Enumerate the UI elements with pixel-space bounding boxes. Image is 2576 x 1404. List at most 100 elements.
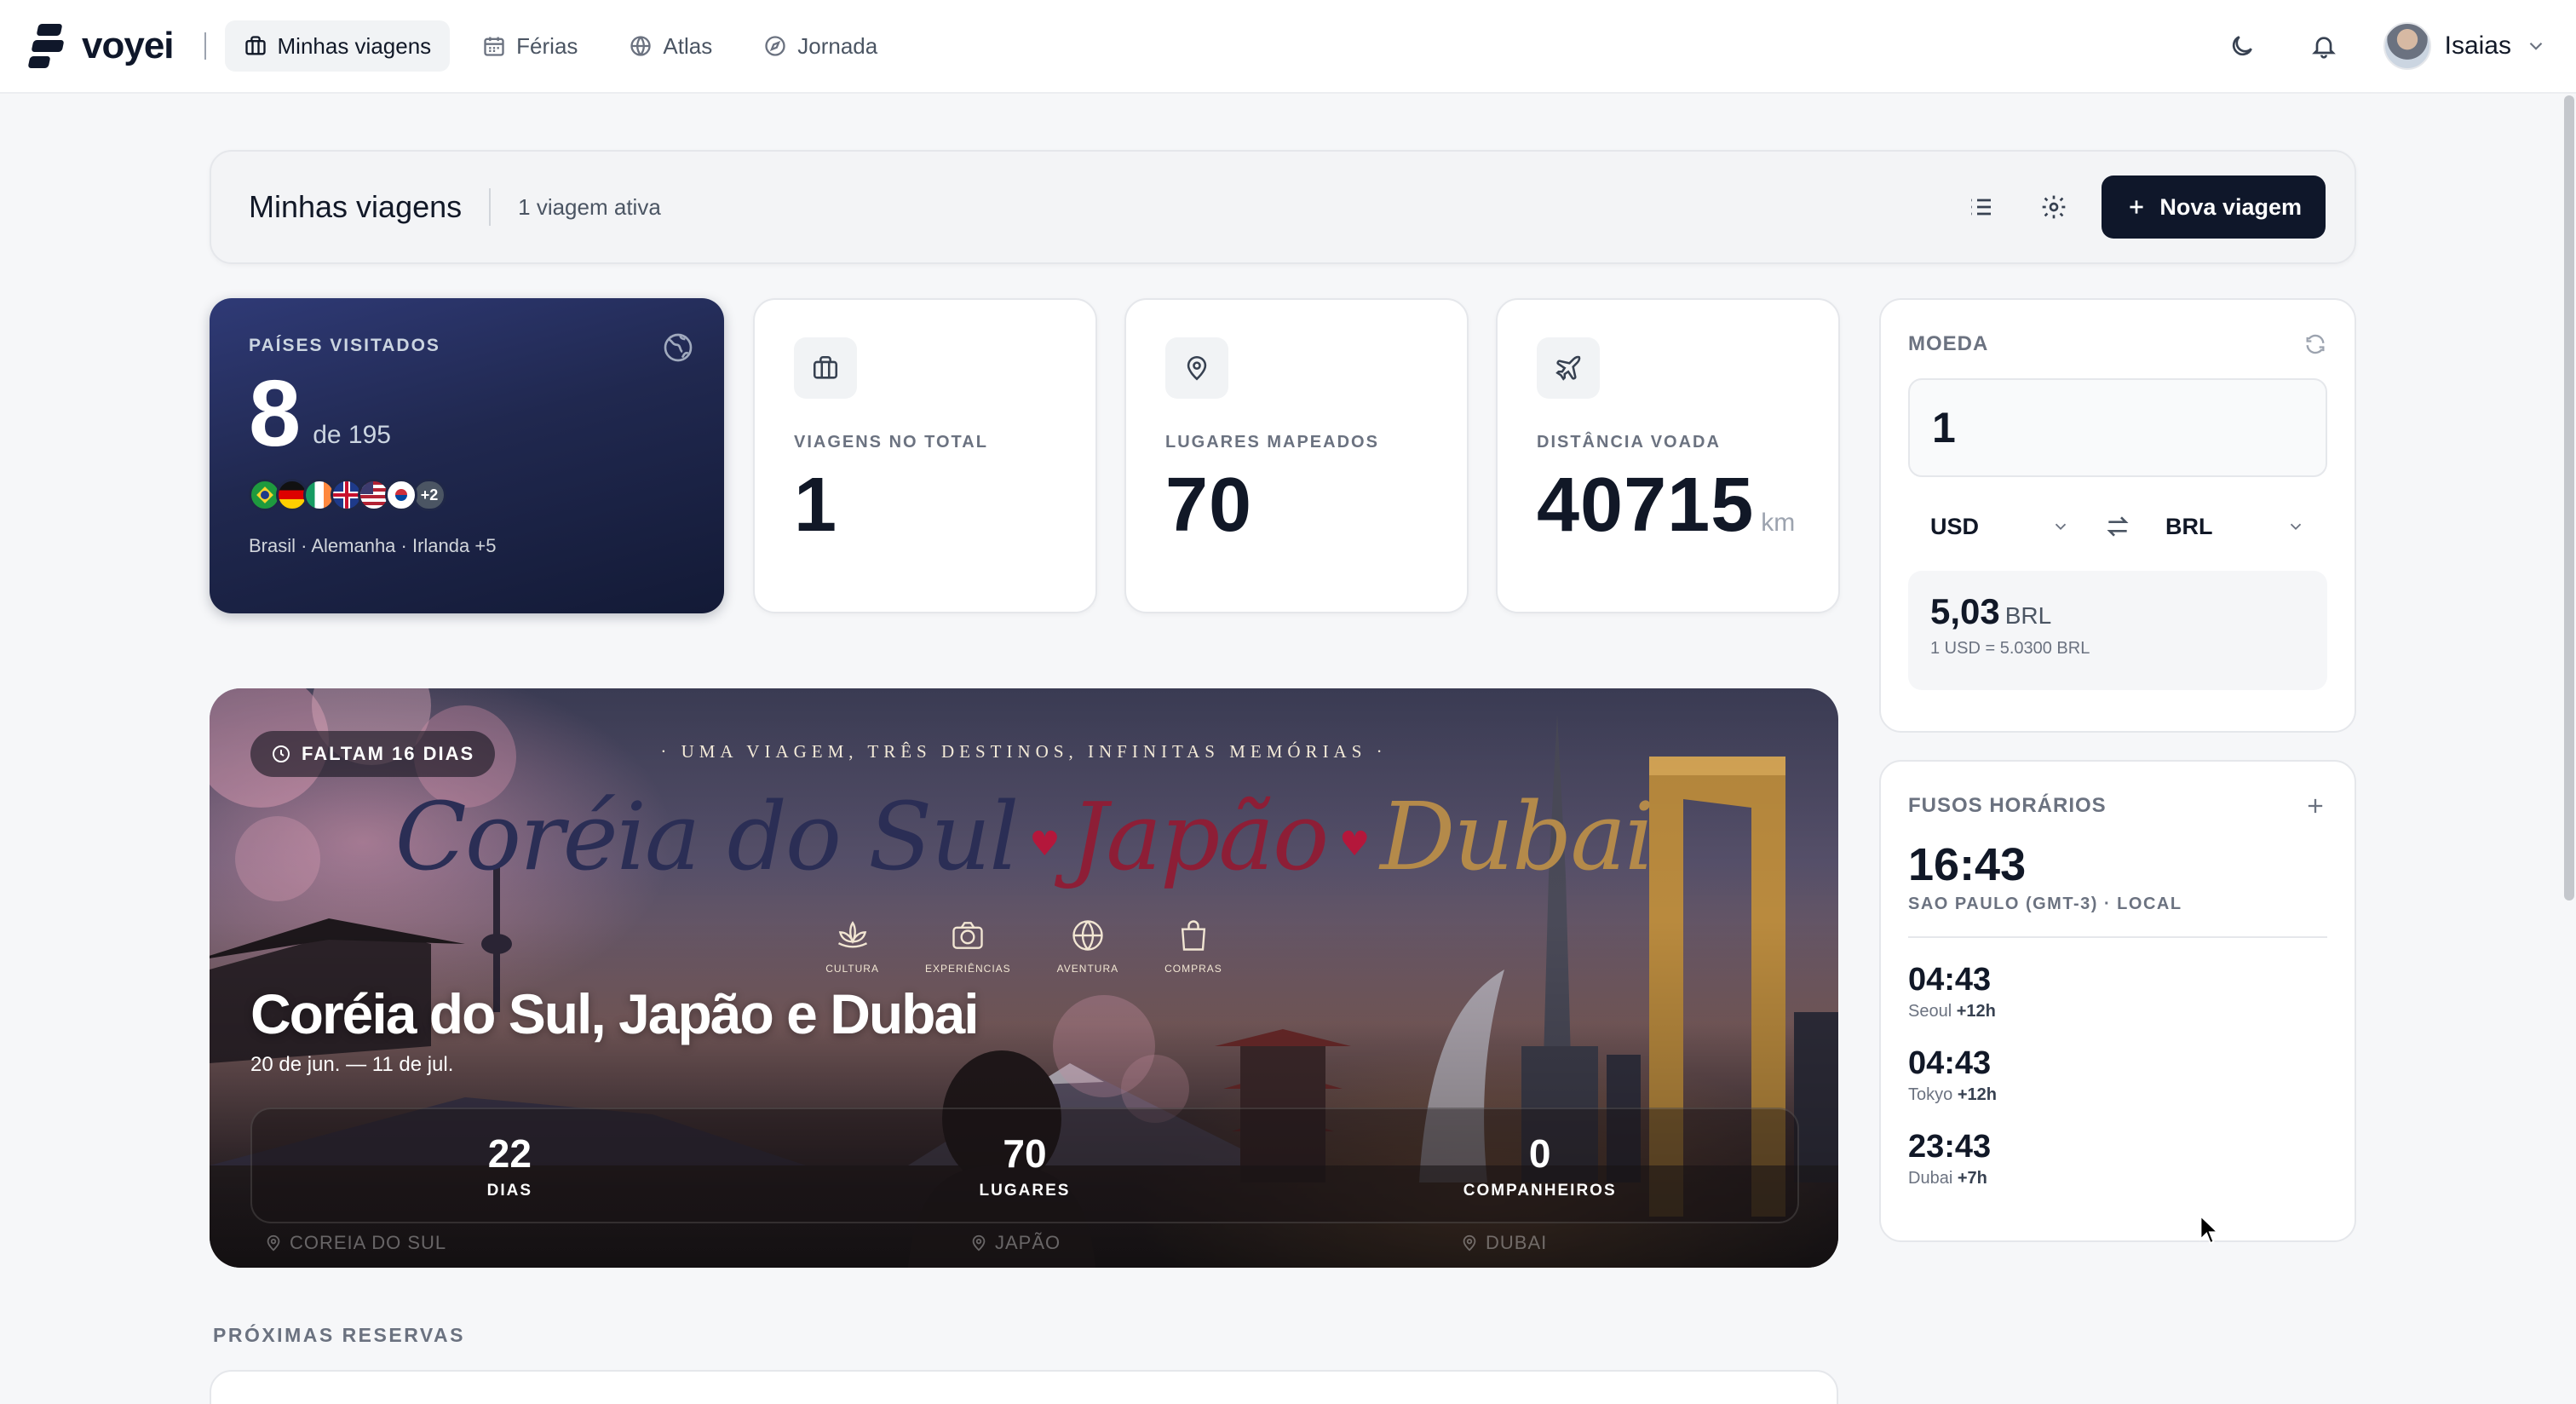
avatar [2383, 22, 2431, 70]
stat-value: 70 [1165, 463, 1428, 548]
globe-icon [664, 333, 693, 362]
user-name: Isaias [2444, 32, 2511, 60]
timezone-time: 23:43 [1908, 1129, 1992, 1165]
local-timezone-label: SAO PAULO (GMT-3) · LOCAL [1908, 895, 2327, 938]
trip-stat-places: 70 LUGARES [768, 1131, 1283, 1200]
poster-icon-item: CULTURA [825, 917, 879, 975]
trip-destination-label: DUBAI [1486, 1232, 1548, 1253]
stat-card-distance: DISTÂNCIA VOADA 40715 km [1496, 298, 1840, 613]
nav-item-label: Férias [516, 32, 578, 59]
map-pin-icon [267, 1234, 280, 1252]
stat-number: 40715 [1537, 463, 1755, 548]
trip-destination-label: JAPÃO [995, 1232, 1061, 1253]
reservations-card[interactable] [210, 1370, 1838, 1404]
stat-card-trips: VIAGENS NO TOTAL 1 [753, 298, 1097, 613]
nav-item-jornada[interactable]: Jornada [745, 20, 896, 72]
trip-stat-value: 70 [1003, 1131, 1047, 1176]
local-time: 16:43 [1908, 839, 2027, 890]
page-title: Minhas viagens [249, 189, 463, 224]
chevron-down-icon [2290, 523, 2302, 531]
nav-actions: Isaias [2217, 20, 2547, 72]
stat-value: 1 [794, 463, 1056, 548]
timezone-city: Seoul [1908, 1002, 1952, 1021]
logo-text: voyei [82, 25, 175, 66]
timezone-city: Dubai [1908, 1169, 1953, 1188]
countries-label: PAÍSES VISITADOS [249, 336, 440, 355]
conversion-result: 5,03 BRL 1 USD = 5.0300 BRL [1908, 571, 2327, 690]
poster-icon-label: CULTURA [825, 963, 879, 975]
exchange-rate: 1 USD = 5.0300 BRL [1930, 639, 2090, 658]
trip-stat-label: COMPANHEIROS [1463, 1182, 1617, 1200]
timezone-item: 04:43 Tokyo +12h [1908, 1045, 2327, 1105]
poster-title: Coréia do Sul ♥ Japão ♥ Dubai [394, 782, 1655, 891]
poster-icon-item: AVENTURA [1057, 917, 1118, 975]
trip-stat-label: DIAS [486, 1182, 533, 1200]
nav-item-atlas[interactable]: Atlas [610, 20, 731, 72]
timezone-offset: +7h [1957, 1169, 1987, 1188]
chevron-down-icon [2055, 523, 2067, 531]
more-flags-badge: +2 [412, 479, 446, 511]
list-icon [1971, 199, 1992, 216]
notifications-button[interactable] [2298, 20, 2349, 72]
shopping-bag-icon [1181, 920, 1206, 951]
top-navigation: voyei Minhas viagens Férias Atlas Jornad… [0, 0, 2576, 94]
nav-item-label: Minhas viagens [277, 32, 432, 59]
app-logo[interactable]: voyei [27, 24, 175, 68]
poster-icon-item: EXPERIÊNCIAS [925, 917, 1011, 975]
flag-list: +2 [249, 479, 685, 511]
timezone-item: 23:43 Dubai +7h [1908, 1129, 2327, 1188]
page-scrollbar[interactable] [2564, 95, 2574, 901]
refresh-icon[interactable] [2303, 332, 2327, 356]
trip-stat-days: 22 DIAS [252, 1131, 768, 1200]
settings-button[interactable] [2028, 181, 2079, 233]
map-pin-icon [972, 1234, 986, 1252]
countdown-badge: FALTAM 16 DIAS [250, 731, 496, 777]
flag-south-korea-icon [385, 479, 417, 511]
briefcase-icon [813, 355, 838, 379]
trip-stat-value: 0 [1528, 1131, 1551, 1176]
to-currency-select[interactable]: BRL [2143, 514, 2327, 540]
stat-icon-box [1537, 337, 1600, 399]
timezones-card: FUSOS HORÁRIOS 16:43 SAO PAULO (GMT-3) ·… [1879, 760, 2356, 1242]
stat-unit: km [1761, 509, 1796, 537]
globe-icon [630, 36, 652, 56]
stat-card-places: LUGARES MAPEADOS 70 [1124, 298, 1469, 613]
from-currency-select[interactable]: USD [1908, 514, 2092, 540]
lotus-icon [837, 921, 867, 948]
new-trip-label: Nova viagem [2159, 193, 2302, 220]
stat-icon-box [794, 337, 857, 399]
nav-item-ferias[interactable]: Férias [463, 20, 596, 72]
trip-destination: DUBAI [1460, 1232, 1547, 1254]
to-currency-value: BRL [2165, 513, 2213, 539]
theme-toggle-button[interactable] [2217, 20, 2268, 72]
active-trips-count: 1 viagem ativa [518, 193, 661, 220]
currency-amount-input[interactable]: 1 [1908, 378, 2327, 477]
timezone-city: Tokyo [1908, 1085, 1953, 1104]
stat-value: 40715 km [1537, 463, 1799, 566]
swap-icon[interactable] [2104, 513, 2131, 540]
nav-item-label: Jornada [797, 32, 878, 59]
poster-icons: CULTURA EXPERIÊNCIAS AVENTURA COMPRAS [210, 917, 1838, 975]
calendar-icon [484, 37, 504, 56]
new-trip-button[interactable]: Nova viagem [2102, 176, 2326, 239]
countdown-text: FALTAM 16 DIAS [302, 743, 475, 764]
stat-icon-box [1165, 337, 1228, 399]
user-menu[interactable]: Isaias [2383, 22, 2547, 70]
gear-icon [2043, 195, 2066, 219]
poster-icon-item: COMPRAS [1164, 917, 1222, 975]
featured-trip-card[interactable]: · UMA VIAGEM, TRÊS DESTINOS, INFINITAS M… [210, 688, 1838, 1268]
stat-label: VIAGENS NO TOTAL [794, 433, 988, 452]
countries-names: Brasil · Alemanha · Irlanda +5 [249, 535, 497, 556]
list-view-button[interactable] [1955, 181, 2006, 233]
plane-icon [1555, 355, 1581, 381]
countries-visited-card[interactable]: PAÍSES VISITADOS 8 de 195 +2 Brasil · Al… [210, 298, 724, 613]
briefcase-icon [244, 36, 266, 55]
trip-destination-label: COREIA DO SUL [290, 1232, 447, 1253]
plus-icon[interactable] [2303, 794, 2327, 818]
nav-item-minhas-viagens[interactable]: Minhas viagens [224, 20, 451, 72]
plus-icon [2130, 200, 2144, 214]
globe-icon [1072, 920, 1103, 951]
currency-title: MOEDA [1908, 332, 1989, 355]
header-divider [489, 188, 492, 226]
poster-icon-label: COMPRAS [1164, 963, 1222, 975]
